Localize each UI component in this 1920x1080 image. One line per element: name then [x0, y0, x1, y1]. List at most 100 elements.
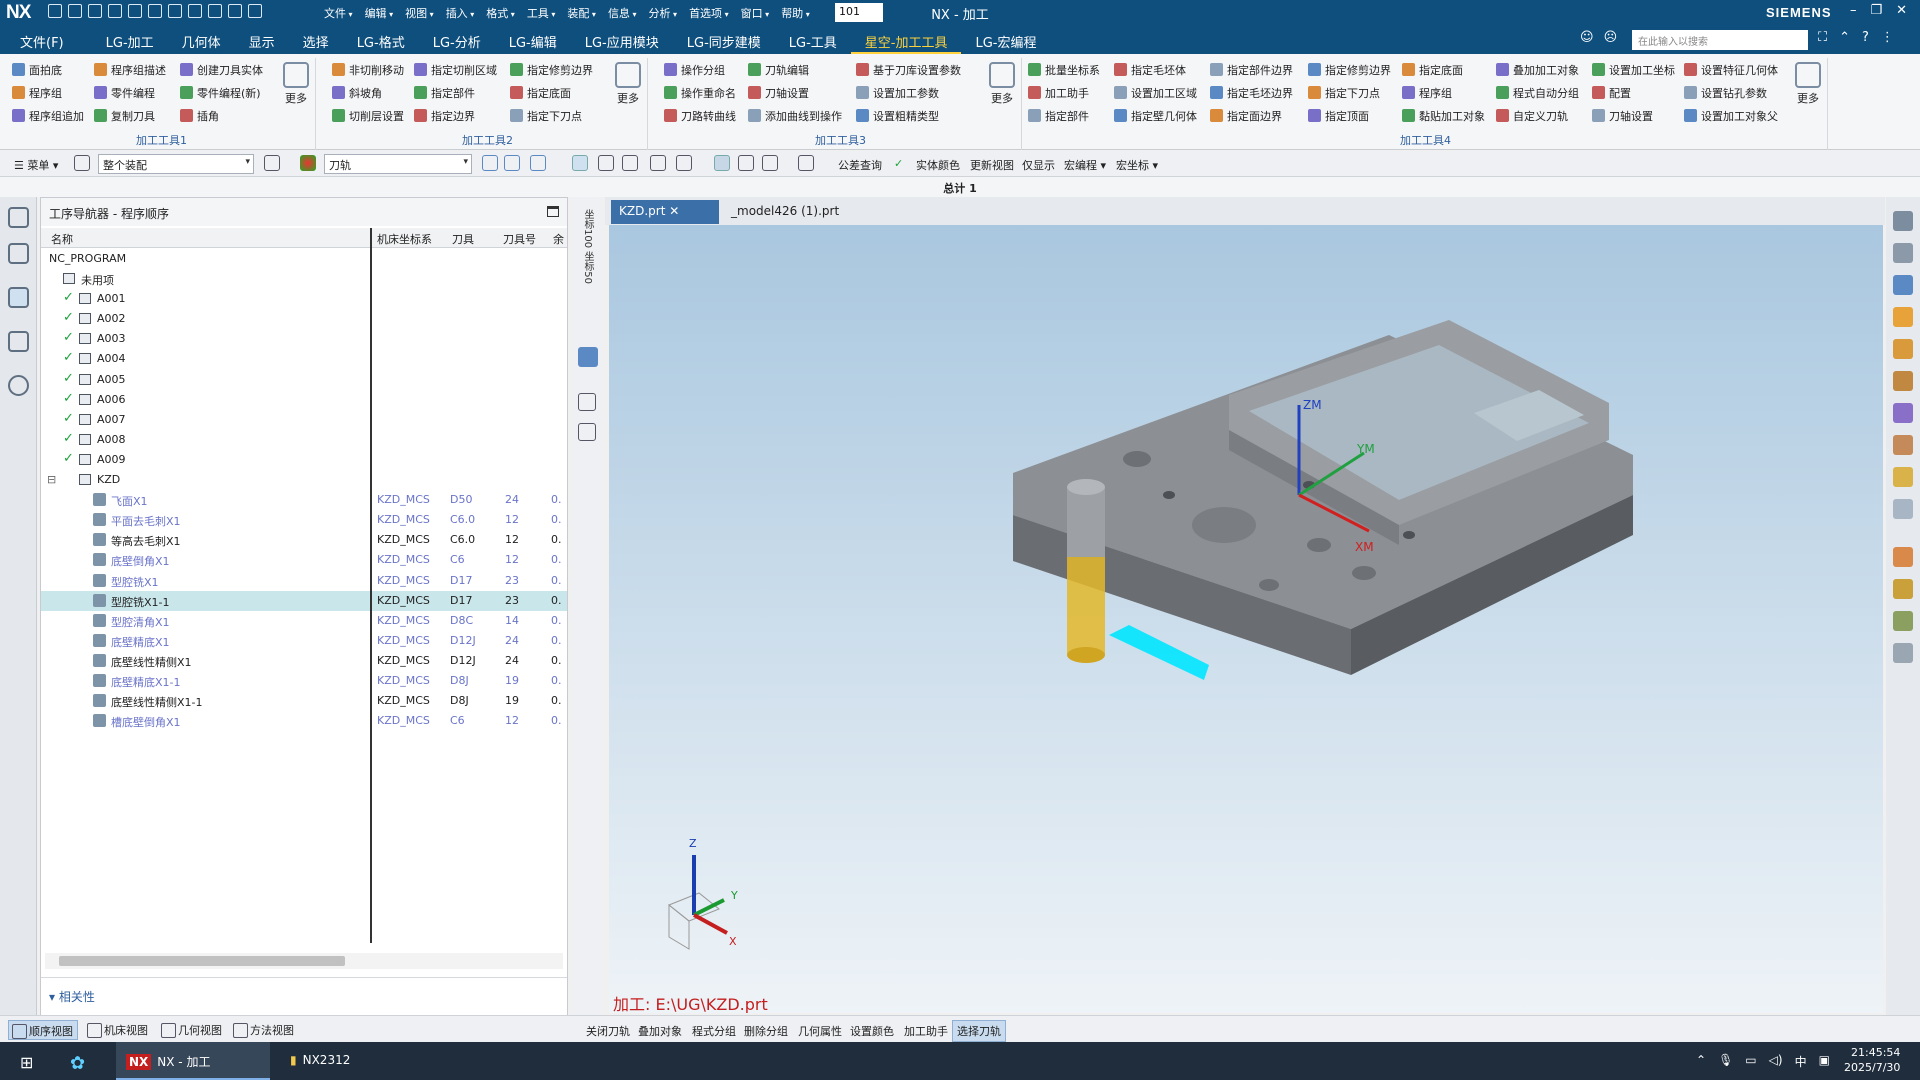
tree-row[interactable]: ⊟ KZD	[41, 470, 567, 490]
layer-icon[interactable]	[1893, 371, 1913, 391]
order-view-button[interactable]: 顺序视图	[8, 1020, 78, 1040]
view-orient-icon[interactable]	[1893, 275, 1913, 295]
view-cube-icon[interactable]	[578, 347, 598, 367]
ribbon-command[interactable]: 程序组描述	[94, 58, 166, 81]
ribbon-command[interactable]: 指定部件边界	[1210, 58, 1293, 81]
tree-row[interactable]: 型腔铣X1-1 KZD_MCS D17 23 0.	[41, 590, 567, 611]
ribbon-command[interactable]: 插角	[180, 104, 263, 127]
tree-row[interactable]: 底壁精底X1-1 KZD_MCS D8J 19 0.	[41, 671, 567, 691]
ribbon-command[interactable]: 指定切削区域	[414, 58, 497, 81]
operation-navigator-icon[interactable]	[8, 287, 29, 308]
ribbon-command[interactable]: 程式自动分组	[1496, 81, 1579, 104]
snap-end-icon[interactable]	[504, 155, 520, 171]
part-navigator-icon[interactable]	[8, 243, 29, 264]
snap-mid-icon[interactable]	[530, 155, 546, 171]
ribbon-command[interactable]: 非切削移动	[332, 58, 404, 81]
machine-view-button[interactable]: 机床视图	[84, 1020, 152, 1040]
geometry-view-button[interactable]: 几何视图	[158, 1020, 226, 1040]
ribbon-tab[interactable]: LG-加工	[92, 26, 168, 54]
more-commands-button[interactable]: 更多	[984, 62, 1020, 106]
select-face-icon[interactable]	[572, 155, 588, 171]
show-only-button[interactable]: 仅显示	[1022, 157, 1055, 173]
select-body-icon[interactable]	[622, 155, 638, 171]
ribbon-command[interactable]: 设置钻孔参数	[1684, 81, 1778, 104]
ribbon-command[interactable]: 配置	[1592, 81, 1675, 104]
ribbon-command[interactable]: 切削层设置	[332, 104, 404, 127]
ribbon-command[interactable]: 面拍底	[12, 58, 84, 81]
more-commands-button[interactable]: 更多	[278, 62, 314, 106]
ribbon-command[interactable]: 指定修剪边界	[1308, 58, 1391, 81]
fullscreen-icon[interactable]: ⛶	[1818, 30, 1827, 45]
ribbon-command[interactable]: 指定下刀点	[510, 104, 593, 127]
more-commands-button[interactable]: 更多	[1790, 62, 1826, 106]
ribbon-tab[interactable]: 文件(F)	[0, 26, 92, 54]
macro-program-button[interactable]: 宏编程 ▾	[1064, 157, 1106, 173]
ribbon-command[interactable]: 操作分组	[664, 58, 736, 81]
tray-chevron-icon[interactable]: ⌃	[1696, 1053, 1706, 1069]
tree-row[interactable]: 未用项	[41, 269, 567, 289]
select-toolpath-button[interactable]: 选择刀轨	[952, 1020, 1006, 1042]
network-icon[interactable]: ▭	[1745, 1053, 1756, 1069]
command-search-input[interactable]: 在此输入以搜索	[1632, 30, 1808, 50]
ribbon-command[interactable]: 指定毛坯边界	[1210, 81, 1293, 104]
menu-button[interactable]: ☰ 菜单 ▾	[14, 157, 58, 173]
tool-path-icon[interactable]	[1893, 547, 1913, 567]
ribbon-command[interactable]: 指定底面	[1402, 58, 1485, 81]
ribbon-tab[interactable]: LG-编辑	[495, 26, 571, 54]
ribbon-command[interactable]: 刀轴设置	[748, 81, 842, 104]
macro-coord-button[interactable]: 宏坐标 ▾	[1116, 157, 1158, 173]
ribbon-command[interactable]: 指定底面	[510, 81, 593, 104]
tree-row[interactable]: 底壁线性精侧X1 KZD_MCS D12J 24 0.	[41, 651, 567, 671]
tree-row[interactable]: ✓ A007	[41, 410, 567, 430]
tree-row[interactable]: 底壁线性精侧X1-1 KZD_MCS D8J 19 0.	[41, 691, 567, 711]
tab-model426-prt[interactable]: _model426 (1).prt	[723, 200, 847, 224]
ribbon-command[interactable]: 设置加工对象父	[1684, 104, 1778, 127]
more-commands-button[interactable]: 更多	[610, 62, 646, 106]
type-filter-select[interactable]: 刀轨	[324, 154, 472, 174]
ribbon-tab[interactable]: LG-同步建模	[673, 26, 775, 54]
microphone-tray-icon[interactable]: 🎙	[1718, 1053, 1733, 1069]
measure-distance-icon[interactable]	[1893, 467, 1913, 487]
collapse-toggle-icon[interactable]: ⊟	[47, 473, 56, 486]
ribbon-command[interactable]: 创建刀具实体	[180, 58, 263, 81]
measure-icon[interactable]	[798, 155, 814, 171]
ribbon-command[interactable]: 设置加工参数	[856, 81, 961, 104]
selection-scope-icon[interactable]	[264, 155, 280, 171]
tree-row[interactable]: ✓ A001	[41, 289, 567, 309]
ribbon-command[interactable]: 程序组	[12, 81, 84, 104]
ribbon-command[interactable]: 批量坐标系	[1028, 58, 1100, 81]
column-name[interactable]: 名称	[51, 231, 73, 247]
column-tool[interactable]: 刀具	[452, 231, 474, 247]
ribbon-command[interactable]: 刀轨编辑	[748, 58, 842, 81]
smiley-icon[interactable]: ☺	[1580, 30, 1594, 45]
ribbon-command[interactable]: 指定修剪边界	[510, 58, 593, 81]
ribbon-tab[interactable]: 选择	[289, 26, 343, 54]
method-view-button[interactable]: 方法视图	[230, 1020, 298, 1040]
ribbon-command[interactable]: 加工助手	[1028, 81, 1100, 104]
machine-tool-navigator-icon[interactable]	[8, 331, 29, 352]
ribbon-tab[interactable]: 几何体	[168, 26, 235, 54]
ribbon-command[interactable]: 程序组追加	[12, 104, 84, 127]
tree-row[interactable]: 型腔清角X1 KZD_MCS D8C 14 0.	[41, 611, 567, 631]
ribbon-command[interactable]: 复制刀具	[94, 104, 166, 127]
ribbon-command[interactable]: 零件编程	[94, 81, 166, 104]
shaded-view-icon[interactable]	[1893, 211, 1913, 231]
tree-row[interactable]: ✓ A008	[41, 430, 567, 450]
crossed-wrench-icon[interactable]	[762, 155, 778, 171]
maximize-icon[interactable]	[547, 206, 559, 217]
restore-icon[interactable]: ❐	[1871, 3, 1883, 18]
clock[interactable]: 21:45:54 2025/7/30	[1836, 1042, 1908, 1080]
color-palette-icon[interactable]	[1893, 403, 1913, 423]
ribbon-tab[interactable]: LG-格式	[343, 26, 419, 54]
part-model[interactable]: ZM YM XM Z Y X	[609, 225, 1883, 1013]
tree-row[interactable]: ✓ A009	[41, 450, 567, 470]
tree-row[interactable]: NC_PROGRAM	[41, 249, 567, 269]
select-edge-icon[interactable]	[598, 155, 614, 171]
tree-row[interactable]: ✓ A006	[41, 390, 567, 410]
ribbon-command[interactable]: 斜坡角	[332, 81, 404, 104]
delete-group-button[interactable]: 删除分组	[744, 1023, 788, 1039]
tab-kzd-prt[interactable]: KZD.prt ✕	[611, 200, 719, 224]
ribbon-command[interactable]: 黏贴加工对象	[1402, 104, 1485, 127]
set-color-button[interactable]: 设置颜色	[850, 1023, 894, 1039]
scrollbar-thumb[interactable]	[59, 956, 345, 966]
